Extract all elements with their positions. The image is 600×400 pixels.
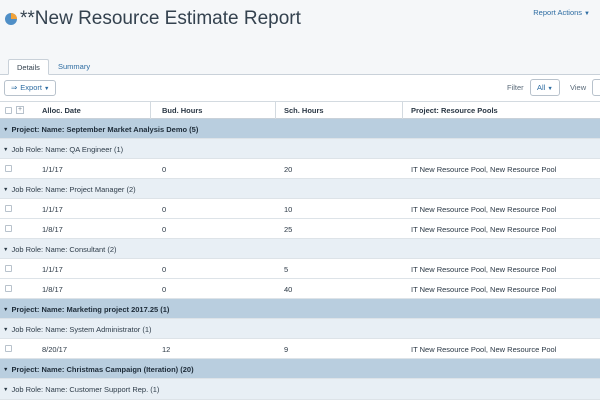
report-actions-menu[interactable]: Report Actions ▼ bbox=[533, 8, 590, 17]
table-row: 1/8/17 0 25 IT New Resource Pool, New Re… bbox=[0, 219, 600, 239]
group-label: ▼ Project: Name: September Market Analysi… bbox=[3, 125, 199, 134]
cell-alloc-date: 1/1/17 bbox=[42, 165, 63, 174]
chevron-down-icon: ▼ bbox=[584, 11, 590, 17]
group-label: ▼ Project: Name: Marketing project 2017.2… bbox=[3, 305, 170, 314]
expand-all-icon[interactable]: + bbox=[16, 106, 24, 114]
page-title: **New Resource Estimate Report bbox=[20, 8, 301, 29]
row-checkbox[interactable] bbox=[5, 225, 12, 232]
column-header-bud-hours[interactable]: Bud. Hours bbox=[162, 106, 202, 115]
cell-bud-hours: 0 bbox=[162, 205, 167, 214]
column-divider bbox=[150, 102, 151, 119]
cell-bud-hours: 0 bbox=[162, 165, 167, 174]
cell-bud-hours: 0 bbox=[162, 285, 167, 294]
table-row: 1/1/17 0 5 IT New Resource Pool, New Res… bbox=[0, 259, 600, 279]
cell-sch-hours: 9 bbox=[284, 345, 289, 354]
column-divider bbox=[275, 102, 276, 119]
cell-sch-hours: 10 bbox=[284, 205, 293, 214]
group-row-project[interactable]: ▼ Project: Name: September Market Analysi… bbox=[0, 119, 600, 139]
report-header: **New Resource Estimate Report Report Ac… bbox=[0, 0, 600, 56]
group-label: ▼ Job Role: Name: Consultant (2) bbox=[3, 245, 117, 254]
collapse-triangle-icon: ▼ bbox=[3, 147, 9, 153]
group-row-job-role[interactable]: ▼ Job Role: Name: System Administrator (1… bbox=[0, 319, 600, 339]
row-checkbox[interactable] bbox=[5, 205, 12, 212]
table-row: 1/1/17 0 20 IT New Resource Pool, New Re… bbox=[0, 159, 600, 179]
chevron-down-icon: ▼ bbox=[547, 86, 553, 92]
group-row-project[interactable]: ▼ Project: Name: Christmas Campaign (Iter… bbox=[0, 359, 600, 379]
cell-sch-hours: 25 bbox=[284, 225, 293, 234]
cell-alloc-date: 1/8/17 bbox=[42, 225, 63, 234]
cell-sch-hours: 40 bbox=[284, 285, 293, 294]
row-checkbox[interactable] bbox=[5, 285, 12, 292]
column-header-sch-hours[interactable]: Sch. Hours bbox=[284, 106, 324, 115]
tab-summary[interactable]: Summary bbox=[50, 59, 98, 75]
filter-select[interactable]: All ▼ bbox=[530, 79, 560, 96]
group-row-job-role[interactable]: ▼ Job Role: Name: Customer Support Rep. (… bbox=[0, 379, 600, 400]
cell-sch-hours: 20 bbox=[284, 165, 293, 174]
tab-bar: Details Summary bbox=[0, 56, 600, 75]
collapse-triangle-icon: ▼ bbox=[3, 127, 9, 133]
row-checkbox[interactable] bbox=[5, 265, 12, 272]
export-arrow-icon: ⇒ bbox=[11, 83, 18, 92]
export-label: Export bbox=[20, 83, 42, 92]
row-checkbox[interactable] bbox=[5, 345, 12, 352]
table-row: 1/8/17 0 40 IT New Resource Pool, New Re… bbox=[0, 279, 600, 299]
row-checkbox[interactable] bbox=[5, 165, 12, 172]
collapse-triangle-icon: ▼ bbox=[3, 367, 9, 373]
cell-alloc-date: 8/20/17 bbox=[42, 345, 68, 354]
toolbar: ⇒ Export ▼ Filter All ▼ View bbox=[0, 76, 600, 100]
table-header: + Alloc. Date Bud. Hours Sch. Hours Proj… bbox=[0, 101, 600, 119]
group-label: ▼ Project: Name: Christmas Campaign (Iter… bbox=[3, 365, 194, 374]
cell-bud-hours: 12 bbox=[162, 345, 171, 354]
cell-resource-pools: IT New Resource Pool, New Resource Pool bbox=[411, 265, 557, 274]
table-row: 1/1/17 0 10 IT New Resource Pool, New Re… bbox=[0, 199, 600, 219]
collapse-triangle-icon: ▼ bbox=[3, 327, 9, 333]
cell-resource-pools: IT New Resource Pool, New Resource Pool bbox=[411, 225, 557, 234]
column-header-resource-pools[interactable]: Project: Resource Pools bbox=[411, 106, 498, 115]
cell-sch-hours: 5 bbox=[284, 265, 289, 274]
group-row-job-role[interactable]: ▼ Job Role: Name: QA Engineer (1) bbox=[0, 139, 600, 159]
select-all-checkbox[interactable] bbox=[5, 107, 12, 114]
group-label: ▼ Job Role: Name: Project Manager (2) bbox=[3, 185, 136, 194]
cell-bud-hours: 0 bbox=[162, 265, 167, 274]
group-row-job-role[interactable]: ▼ Job Role: Name: Project Manager (2) bbox=[0, 179, 600, 199]
group-label: ▼ Job Role: Name: Customer Support Rep. (… bbox=[3, 385, 160, 394]
view-label: View bbox=[570, 83, 587, 92]
group-row-job-role[interactable]: ▼ Job Role: Name: Consultant (2) bbox=[0, 239, 600, 259]
table-row: 8/20/17 12 9 IT New Resource Pool, New R… bbox=[0, 339, 600, 359]
cell-alloc-date: 1/8/17 bbox=[42, 285, 63, 294]
filter-label: Filter bbox=[507, 83, 524, 92]
view-select[interactable] bbox=[592, 79, 600, 96]
tab-details[interactable]: Details bbox=[8, 59, 49, 75]
column-header-alloc-date[interactable]: Alloc. Date bbox=[42, 106, 81, 115]
cell-bud-hours: 0 bbox=[162, 225, 167, 234]
report-pie-icon bbox=[5, 13, 17, 25]
column-divider bbox=[402, 102, 403, 119]
collapse-triangle-icon: ▼ bbox=[3, 307, 9, 313]
cell-alloc-date: 1/1/17 bbox=[42, 265, 63, 274]
collapse-triangle-icon: ▼ bbox=[3, 187, 9, 193]
cell-alloc-date: 1/1/17 bbox=[42, 205, 63, 214]
cell-resource-pools: IT New Resource Pool, New Resource Pool bbox=[411, 205, 557, 214]
group-label: ▼ Job Role: Name: System Administrator (1… bbox=[3, 325, 152, 334]
export-button[interactable]: ⇒ Export ▼ bbox=[4, 80, 57, 96]
group-row-project[interactable]: ▼ Project: Name: Marketing project 2017.2… bbox=[0, 299, 600, 319]
collapse-triangle-icon: ▼ bbox=[3, 247, 9, 253]
chevron-down-icon: ▼ bbox=[43, 86, 50, 92]
report-actions-label: Report Actions bbox=[533, 8, 583, 17]
cell-resource-pools: IT New Resource Pool, New Resource Pool bbox=[411, 285, 557, 294]
cell-resource-pools: IT New Resource Pool, New Resource Pool bbox=[411, 345, 557, 354]
group-label: ▼ Job Role: Name: QA Engineer (1) bbox=[3, 145, 124, 154]
filter-value: All bbox=[537, 83, 546, 92]
collapse-triangle-icon: ▼ bbox=[3, 387, 9, 393]
cell-resource-pools: IT New Resource Pool, New Resource Pool bbox=[411, 165, 557, 174]
